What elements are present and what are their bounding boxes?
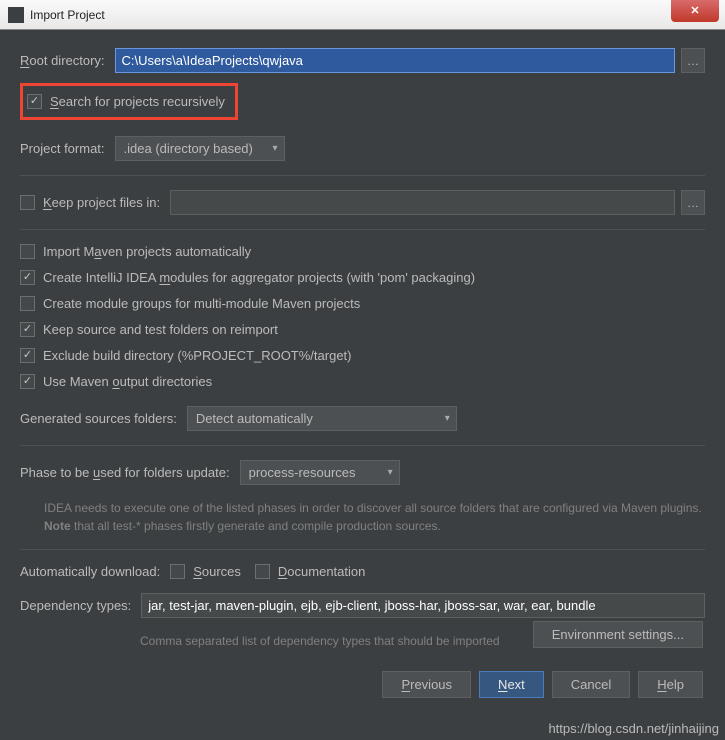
project-format-label: Project format: xyxy=(20,141,105,156)
gen-sources-label: Generated sources folders: xyxy=(20,411,177,426)
gen-sources-select[interactable]: Detect automatically xyxy=(187,406,457,431)
create-modules-label: Create IntelliJ IDEA modules for aggrega… xyxy=(43,270,475,285)
docs-label: Documentation xyxy=(278,564,365,579)
auto-download-label: Automatically download: xyxy=(20,564,160,579)
close-button[interactable]: ✕ xyxy=(671,0,719,22)
divider xyxy=(20,229,705,230)
docs-checkbox[interactable] xyxy=(255,564,270,579)
app-icon xyxy=(8,7,24,23)
keep-files-input[interactable] xyxy=(170,190,675,215)
next-button[interactable]: Next xyxy=(479,671,544,698)
create-groups-checkbox[interactable] xyxy=(20,296,35,311)
help-button[interactable]: Help xyxy=(638,671,703,698)
keep-source-checkbox[interactable] xyxy=(20,322,35,337)
env-settings-button[interactable]: Environment settings... xyxy=(533,621,703,648)
dep-types-input[interactable] xyxy=(141,593,705,618)
exclude-build-checkbox[interactable] xyxy=(20,348,35,363)
create-modules-checkbox[interactable] xyxy=(20,270,35,285)
phase-label: Phase to be used for folders update: xyxy=(20,465,230,480)
sources-checkbox[interactable] xyxy=(170,564,185,579)
watermark: https://blog.csdn.net/jinhaijing xyxy=(548,721,719,736)
root-directory-label: Root directory: xyxy=(20,53,105,68)
divider xyxy=(20,445,705,446)
phase-select[interactable]: process-resources xyxy=(240,460,400,485)
keep-files-browse-button[interactable]: … xyxy=(681,190,705,215)
dialog-content: Root directory: … Search for projects re… xyxy=(0,30,725,650)
sources-label: Sources xyxy=(193,564,241,579)
divider xyxy=(20,175,705,176)
dep-types-label: Dependency types: xyxy=(20,598,131,613)
keep-files-checkbox[interactable] xyxy=(20,195,35,210)
import-auto-checkbox[interactable] xyxy=(20,244,35,259)
use-maven-out-label: Use Maven output directories xyxy=(43,374,212,389)
highlight-annotation: Search for projects recursively xyxy=(20,83,238,120)
window-title: Import Project xyxy=(30,8,105,22)
search-recursive-label: Search for projects recursively xyxy=(50,94,225,109)
phase-help-text: IDEA needs to execute one of the listed … xyxy=(20,499,705,535)
project-format-select[interactable]: .idea (directory based) xyxy=(115,136,285,161)
create-groups-label: Create module groups for multi-module Ma… xyxy=(43,296,360,311)
previous-button[interactable]: Previous xyxy=(382,671,471,698)
keep-source-label: Keep source and test folders on reimport xyxy=(43,322,278,337)
titlebar: Import Project ✕ xyxy=(0,0,725,30)
root-directory-input[interactable] xyxy=(115,48,675,73)
cancel-button[interactable]: Cancel xyxy=(552,671,630,698)
divider xyxy=(20,549,705,550)
exclude-build-label: Exclude build directory (%PROJECT_ROOT%/… xyxy=(43,348,351,363)
keep-files-label: Keep project files in: xyxy=(43,195,160,210)
use-maven-out-checkbox[interactable] xyxy=(20,374,35,389)
search-recursive-checkbox[interactable] xyxy=(27,94,42,109)
browse-button[interactable]: … xyxy=(681,48,705,73)
footer-buttons: Previous Next Cancel Help xyxy=(382,671,703,698)
import-auto-label: Import Maven projects automatically xyxy=(43,244,251,259)
